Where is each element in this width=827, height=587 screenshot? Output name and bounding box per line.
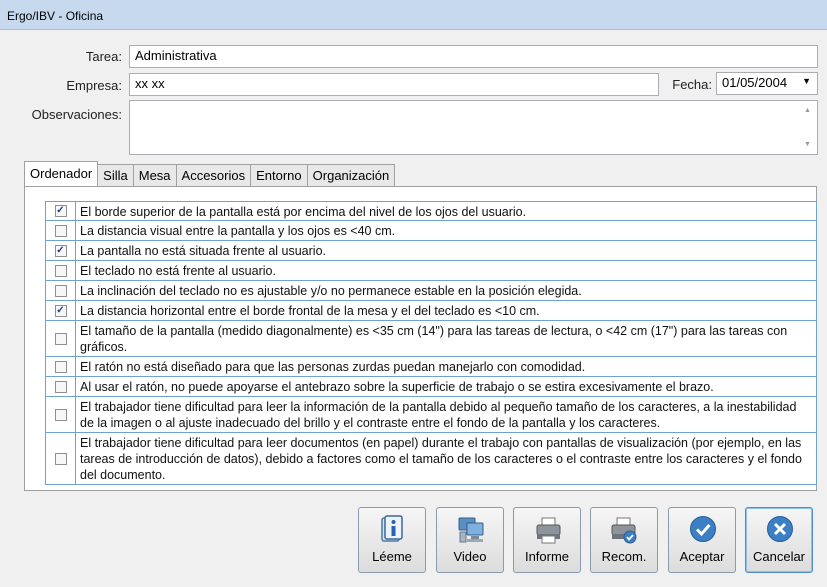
tab-entorno[interactable]: Entorno	[250, 164, 308, 186]
tab-silla[interactable]: Silla	[97, 164, 134, 186]
printer-icon	[536, 517, 561, 544]
scroll-up-icon[interactable]: ▲	[804, 107, 811, 114]
checkbox[interactable]: ✓	[54, 244, 67, 257]
checklist-row: El trabajador tiene dificultad para leer…	[45, 397, 817, 433]
document-info-icon	[381, 515, 403, 542]
checklist-row: El teclado no está frente al usuario.	[45, 261, 817, 281]
tab-organizacion[interactable]: Organización	[306, 164, 396, 186]
checkbox[interactable]	[54, 360, 67, 373]
cancelar-label: Cancelar	[752, 549, 806, 564]
window-title: Ergo/IBV - Oficina	[0, 0, 827, 30]
tab-ordenador[interactable]: Ordenador	[24, 161, 99, 186]
fecha-label: Fecha:	[672, 77, 712, 92]
checklist-row: ✓ La distancia horizontal entre el borde…	[45, 301, 817, 321]
checklist-item-text: La inclinación del teclado no es ajustab…	[76, 281, 817, 300]
tarea-label: Tarea:	[85, 49, 122, 64]
fecha-combo[interactable]: 01/05/2004 ▼	[716, 72, 818, 95]
checklist-item-text: El teclado no está frente al usuario.	[76, 261, 817, 280]
checkbox[interactable]	[54, 284, 67, 297]
checklist-item-text: El trabajador tiene dificultad para leer…	[76, 433, 817, 484]
checklist-row: El ratón no está diseñado para que las p…	[45, 357, 817, 377]
observaciones-scrollbar[interactable]: ▲ ▼	[800, 101, 817, 154]
checkbox[interactable]	[54, 380, 67, 393]
recom-label: Recom.	[601, 549, 647, 564]
observaciones-field[interactable]: ▲ ▼	[129, 100, 818, 155]
cancelar-button[interactable]: Cancelar	[745, 507, 813, 573]
tab-strip: Ordenador Silla Mesa Accesorios Entorno …	[24, 161, 396, 186]
checklist-row: La inclinación del teclado no es ajustab…	[45, 281, 817, 301]
chevron-down-icon[interactable]: ▼	[802, 76, 811, 86]
checklist-row: El trabajador tiene dificultad para leer…	[45, 433, 817, 485]
checklist-item-text: El trabajador tiene dificultad para leer…	[76, 397, 817, 432]
checklist-item-text: La pantalla no está situada frente al us…	[76, 241, 817, 260]
empresa-label: Empresa:	[66, 78, 122, 93]
checklist-item-text: El tamaño de la pantalla (medido diagona…	[76, 321, 817, 356]
checklist-item-text: Al usar el ratón, no puede apoyarse el a…	[76, 377, 817, 396]
tarea-field[interactable]: Administrativa	[129, 45, 818, 68]
checklist-row: ✓ La pantalla no está situada frente al …	[45, 241, 817, 261]
tab-mesa[interactable]: Mesa	[132, 164, 177, 186]
checklist-row: Al usar el ratón, no puede apoyarse el a…	[45, 377, 817, 397]
checklist-item-text: El borde superior de la pantalla está po…	[76, 202, 817, 220]
leeme-button[interactable]: Léeme	[358, 507, 426, 573]
video-button[interactable]: Video	[436, 507, 504, 573]
scroll-down-icon[interactable]: ▼	[804, 141, 811, 148]
checklist-item-text: El ratón no está diseñado para que las p…	[76, 357, 817, 376]
checkmark-circle-icon	[690, 516, 716, 542]
checkbox[interactable]	[54, 264, 67, 277]
close-circle-icon	[767, 516, 793, 542]
video-computer-icon	[458, 517, 484, 543]
checkbox[interactable]: ✓	[54, 205, 67, 217]
recom-button[interactable]: Recom.	[590, 507, 658, 573]
leeme-label: Léeme	[372, 549, 412, 564]
checkbox[interactable]	[54, 452, 67, 465]
informe-button[interactable]: Informe	[513, 507, 581, 573]
tab-accesorios[interactable]: Accesorios	[175, 164, 252, 186]
printer-check-icon	[611, 517, 637, 544]
tab-panel-ordenador: ✓ El borde superior de la pantalla está …	[24, 186, 817, 491]
checkbox[interactable]: ✓	[54, 304, 67, 317]
checklist-item-text: La distancia visual entre la pantalla y …	[76, 221, 817, 240]
checklist-item-text: La distancia horizontal entre el borde f…	[76, 301, 817, 320]
observaciones-label: Observaciones:	[31, 107, 122, 122]
checklist-row: ✓ El borde superior de la pantalla está …	[45, 202, 817, 221]
aceptar-label: Aceptar	[679, 549, 725, 564]
fecha-value: 01/05/2004	[722, 75, 788, 90]
empresa-field[interactable]: xx xx	[129, 73, 659, 96]
checklist: ✓ El borde superior de la pantalla está …	[45, 201, 817, 485]
aceptar-button[interactable]: Aceptar	[668, 507, 736, 573]
checklist-row: La distancia visual entre la pantalla y …	[45, 221, 817, 241]
checkbox[interactable]	[54, 224, 67, 237]
informe-label: Informe	[524, 549, 570, 564]
checkbox[interactable]	[54, 408, 67, 421]
checklist-row: El tamaño de la pantalla (medido diagona…	[45, 321, 817, 357]
checkbox[interactable]	[54, 332, 67, 345]
video-label: Video	[453, 549, 487, 564]
